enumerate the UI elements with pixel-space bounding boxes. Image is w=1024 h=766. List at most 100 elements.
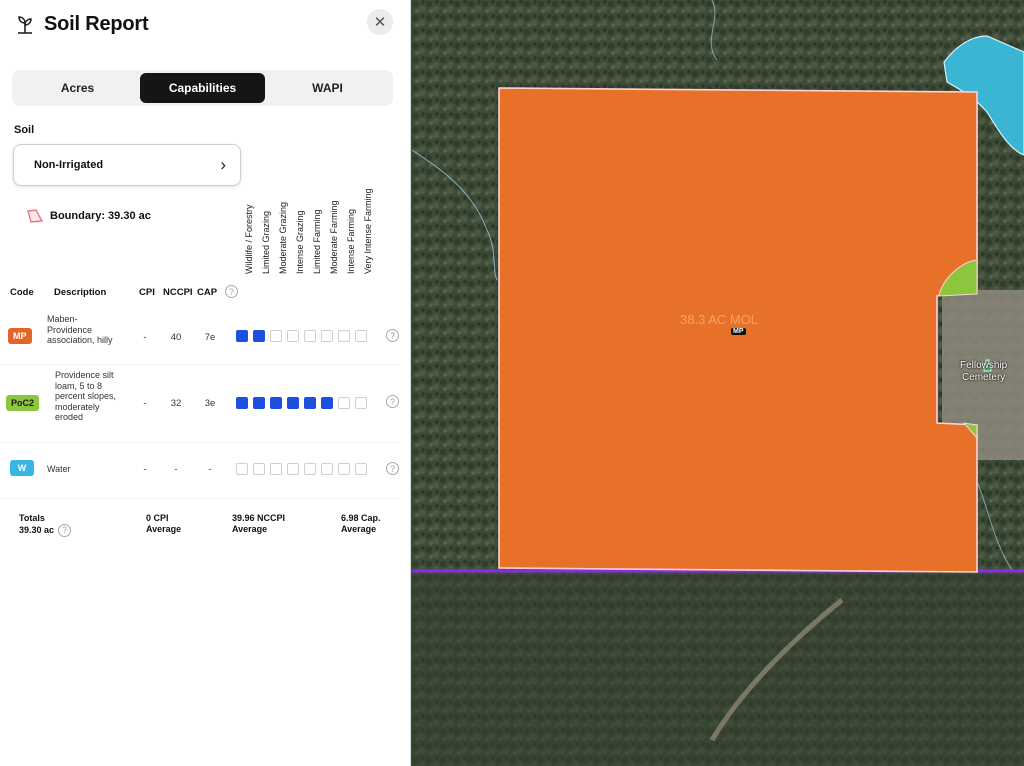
cap-header-very-intense-farming: Very Intense Farming [363, 188, 373, 274]
tab-acres[interactable]: Acres [15, 73, 140, 103]
row-divider [0, 498, 400, 499]
nccpi-value: 40 [170, 332, 182, 343]
capability-box [236, 463, 248, 475]
capability-boxes [236, 463, 372, 475]
polygon-icon [27, 209, 44, 223]
capability-box [270, 397, 282, 409]
cap-value: - [208, 464, 212, 475]
boundary-summary: Boundary: 39.30 ac [26, 208, 151, 224]
cap-value: 3e [204, 398, 216, 409]
capability-box [355, 397, 367, 409]
cap-header-limited-farming: Limited Farming [312, 209, 322, 274]
capability-boxes [236, 330, 372, 342]
totals-nccpi-sub: Average [232, 524, 268, 534]
capability-box [253, 330, 265, 342]
totals-acres: Totals 39.30 ac ? [19, 513, 72, 537]
capability-box [355, 330, 367, 342]
nccpi-value: 32 [170, 398, 182, 409]
soil-code-badge: MP [8, 328, 32, 344]
tab-wapi[interactable]: WAPI [265, 73, 390, 103]
totals-nccpi: 39.96 NCCPI Average [232, 513, 285, 535]
cap-header-limited-grazing: Limited Grazing [261, 210, 271, 274]
col-nccpi: NCCPI [163, 287, 193, 298]
capability-box [321, 397, 333, 409]
help-circle-icon[interactable]: ? [386, 462, 399, 475]
cpi-value: - [143, 464, 147, 475]
help-circle-icon[interactable]: ? [58, 524, 72, 537]
cemetery-label-line1: Fellowship [960, 360, 1008, 371]
soil-report-panel: Soil Report ✕ Acres Capabilities WAPI So… [0, 0, 411, 766]
help-circle-icon[interactable]: ? [386, 395, 399, 408]
col-description: Description [54, 287, 107, 298]
cap-header-moderate-grazing: Moderate Grazing [278, 201, 288, 274]
capability-box [304, 397, 316, 409]
cap-header-wildlife-forestry: Wildlife / Forestry [244, 204, 254, 274]
cap-value: 7e [204, 332, 216, 343]
capability-box [321, 463, 333, 475]
parcel-code-tag: MP [731, 328, 746, 335]
tab-bar: Acres Capabilities WAPI [12, 70, 393, 106]
totals-nccpi-value: 39.96 NCCPI [232, 513, 286, 523]
cpi-value: - [143, 332, 147, 343]
capability-box [287, 463, 299, 475]
col-cap: CAP [197, 287, 218, 298]
bare-ground-patch [412, 575, 1024, 766]
capability-box [287, 397, 299, 409]
satellite-map[interactable]: 38.3 AC MOL MP Fellowship Cemetery [412, 0, 1024, 766]
totals-acres-value: 39.30 ac [19, 525, 55, 535]
capability-boxes [236, 397, 372, 409]
capability-box [304, 330, 316, 342]
totals-cap-value: 6.98 Cap. [341, 513, 381, 523]
capability-box [270, 330, 282, 342]
col-cpi: CPI [139, 287, 155, 298]
soil-type-select[interactable]: Non-Irrigated › [13, 144, 241, 186]
tab-capabilities[interactable]: Capabilities [140, 73, 265, 103]
soil-label: Soil [14, 124, 35, 136]
capability-box [270, 463, 282, 475]
close-icon: ✕ [373, 14, 387, 31]
capability-box [338, 463, 350, 475]
help-circle-icon[interactable]: ? [225, 285, 238, 298]
totals-cpi-value: 0 CPI [146, 513, 169, 523]
soil-description: Maben-Providence association, hilly [47, 314, 113, 345]
capability-box [287, 330, 299, 342]
page-title: Soil Report [44, 12, 149, 35]
totals-cap: 6.98 Cap. Average [341, 513, 381, 535]
capability-box [236, 330, 248, 342]
cap-header-intense-farming: Intense Farming [346, 208, 356, 274]
cemetery-label: Fellowship Cemetery [960, 360, 1007, 384]
soil-description: Water [47, 464, 71, 474]
cap-header-intense-grazing: Intense Grazing [295, 210, 305, 274]
col-code: Code [10, 287, 34, 298]
totals-label: Totals [19, 513, 45, 523]
help-circle-icon[interactable]: ? [386, 329, 399, 342]
soil-type-value: Non-Irrigated [34, 159, 104, 171]
totals-cpi-sub: Average [146, 524, 182, 534]
close-button[interactable]: ✕ [367, 9, 393, 35]
soil-description: Providence silt loam, 5 to 8 percent slo… [55, 370, 117, 422]
cap-header-moderate-farming: Moderate Farming [329, 200, 339, 274]
soil-code-badge: PoC2 [6, 395, 40, 411]
row-divider [0, 364, 400, 365]
capability-box [321, 330, 333, 342]
row-divider [0, 442, 400, 443]
parcel-acreage-label: 38.3 AC MOL [680, 312, 759, 327]
totals-cap-sub: Average [341, 524, 377, 534]
cpi-value: - [143, 398, 147, 409]
capability-box [253, 463, 265, 475]
capability-box [304, 463, 316, 475]
capability-box [253, 397, 265, 409]
capability-box [338, 397, 350, 409]
capability-headers: Wildlife / Forestry Limited Grazing Mode… [235, 188, 395, 284]
chevron-right-icon: › [220, 155, 226, 174]
map-canvas [412, 0, 1024, 766]
totals-cpi: 0 CPI Average [146, 513, 181, 535]
nccpi-value: - [174, 464, 178, 475]
boundary-text: Boundary: 39.30 ac [50, 210, 151, 222]
capability-box [338, 330, 350, 342]
capability-box [236, 397, 248, 409]
panel-header: Soil Report [14, 12, 149, 36]
cemetery-label-line2: Cemetery [961, 372, 1006, 383]
soil-code-badge: W [10, 460, 34, 476]
plant-icon [18, 16, 32, 34]
